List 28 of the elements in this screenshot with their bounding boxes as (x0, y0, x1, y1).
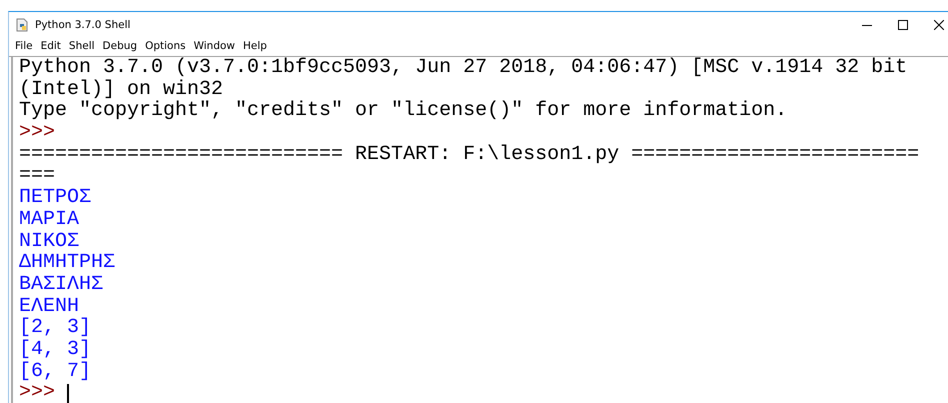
menu-item[interactable]: Help (243, 40, 267, 52)
shell-text-line: Type "copyright", "credits" or "license()" for more information. (19, 100, 788, 122)
shell-prompt: >>> (19, 122, 56, 144)
program-output-line: [4, 3] (19, 338, 92, 361)
menu-item[interactable]: File (15, 40, 33, 52)
maximize-icon[interactable] (898, 20, 908, 30)
shell-text-line: (Intel)] on win32 (19, 78, 224, 100)
shell-text-line: =========================== RESTART: F:\lesson1.py ======================== (19, 144, 920, 166)
menu-item[interactable]: Shell (68, 40, 95, 52)
close-icon[interactable] (934, 20, 944, 30)
menu-item[interactable]: Debug (102, 40, 138, 52)
shell-text-line: === (19, 165, 56, 188)
python-file-icon (15, 18, 29, 32)
text-cursor (67, 384, 70, 403)
program-output-line: ΜΑΡΙΑ (19, 208, 80, 231)
shell-text-line: Python 3.7.0 (v3.7.0:1bf9cc5093, Jun 27 2018, 04:06:47) [MSC v.1914 32 bit (19, 57, 908, 79)
program-output-line: [6, 7] (19, 360, 92, 382)
shell-prompt: >>> (19, 382, 56, 403)
program-output-line: ΔΗΜΗΤΡΗΣ (19, 252, 116, 274)
program-output-line: ΒΑΣΙΛΗΣ (19, 274, 104, 296)
window-title: Python 3.7.0 Shell (35, 19, 130, 31)
program-output-line: [2, 3] (19, 317, 92, 339)
program-output-line: ΕΛΕΝΗ (19, 296, 80, 318)
program-output-line: ΝΙΚΟΣ (19, 230, 80, 252)
menu-item[interactable]: Edit (40, 40, 61, 52)
menu-item[interactable]: Options (145, 40, 186, 52)
program-output-line: ΠΕΤΡΟΣ (19, 187, 92, 209)
menu-item[interactable]: Window (194, 40, 235, 52)
